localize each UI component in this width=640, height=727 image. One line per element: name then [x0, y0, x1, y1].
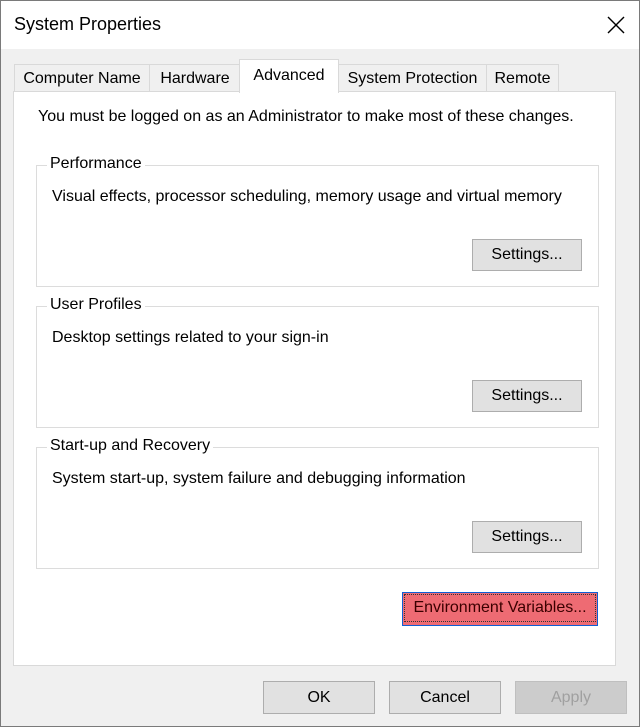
user-profiles-group: User Profiles Desktop settings related t… [36, 296, 599, 428]
performance-group: Performance Visual effects, processor sc… [36, 155, 599, 287]
performance-description: Visual effects, processor scheduling, me… [52, 188, 562, 205]
startup-recovery-description: System start-up, system failure and debu… [52, 470, 466, 487]
user-profiles-settings-button[interactable]: Settings... [472, 380, 582, 412]
tab-computer-name[interactable]: Computer Name [14, 64, 150, 91]
tab-advanced[interactable]: Advanced [239, 59, 339, 93]
tab-remote[interactable]: Remote [486, 64, 559, 91]
startup-recovery-settings-button[interactable]: Settings... [472, 521, 582, 553]
tab-system-protection[interactable]: System Protection [338, 64, 487, 91]
advanced-panel: You must be logged on as an Administrato… [13, 91, 616, 666]
title-bar: System Properties [1, 1, 639, 49]
apply-button[interactable]: Apply [515, 681, 627, 714]
startup-recovery-group: Start-up and Recovery System start-up, s… [36, 437, 599, 569]
startup-recovery-title: Start-up and Recovery [47, 437, 214, 455]
system-properties-window: System Properties Computer Name Hardware… [0, 0, 640, 727]
ok-button[interactable]: OK [263, 681, 375, 714]
environment-variables-label: Environment Variables... [404, 594, 596, 622]
performance-settings-button[interactable]: Settings... [472, 239, 582, 271]
cancel-button[interactable]: Cancel [389, 681, 501, 714]
user-profiles-title: User Profiles [47, 296, 145, 314]
admin-note: You must be logged on as an Administrato… [38, 108, 574, 125]
window-title: System Properties [14, 14, 162, 34]
tab-hardware[interactable]: Hardware [149, 64, 241, 91]
close-button[interactable] [593, 1, 639, 49]
close-icon [607, 16, 625, 34]
environment-variables-button[interactable]: Environment Variables... [402, 592, 598, 626]
user-profiles-description: Desktop settings related to your sign-in [52, 329, 329, 346]
performance-title: Performance [47, 155, 145, 173]
